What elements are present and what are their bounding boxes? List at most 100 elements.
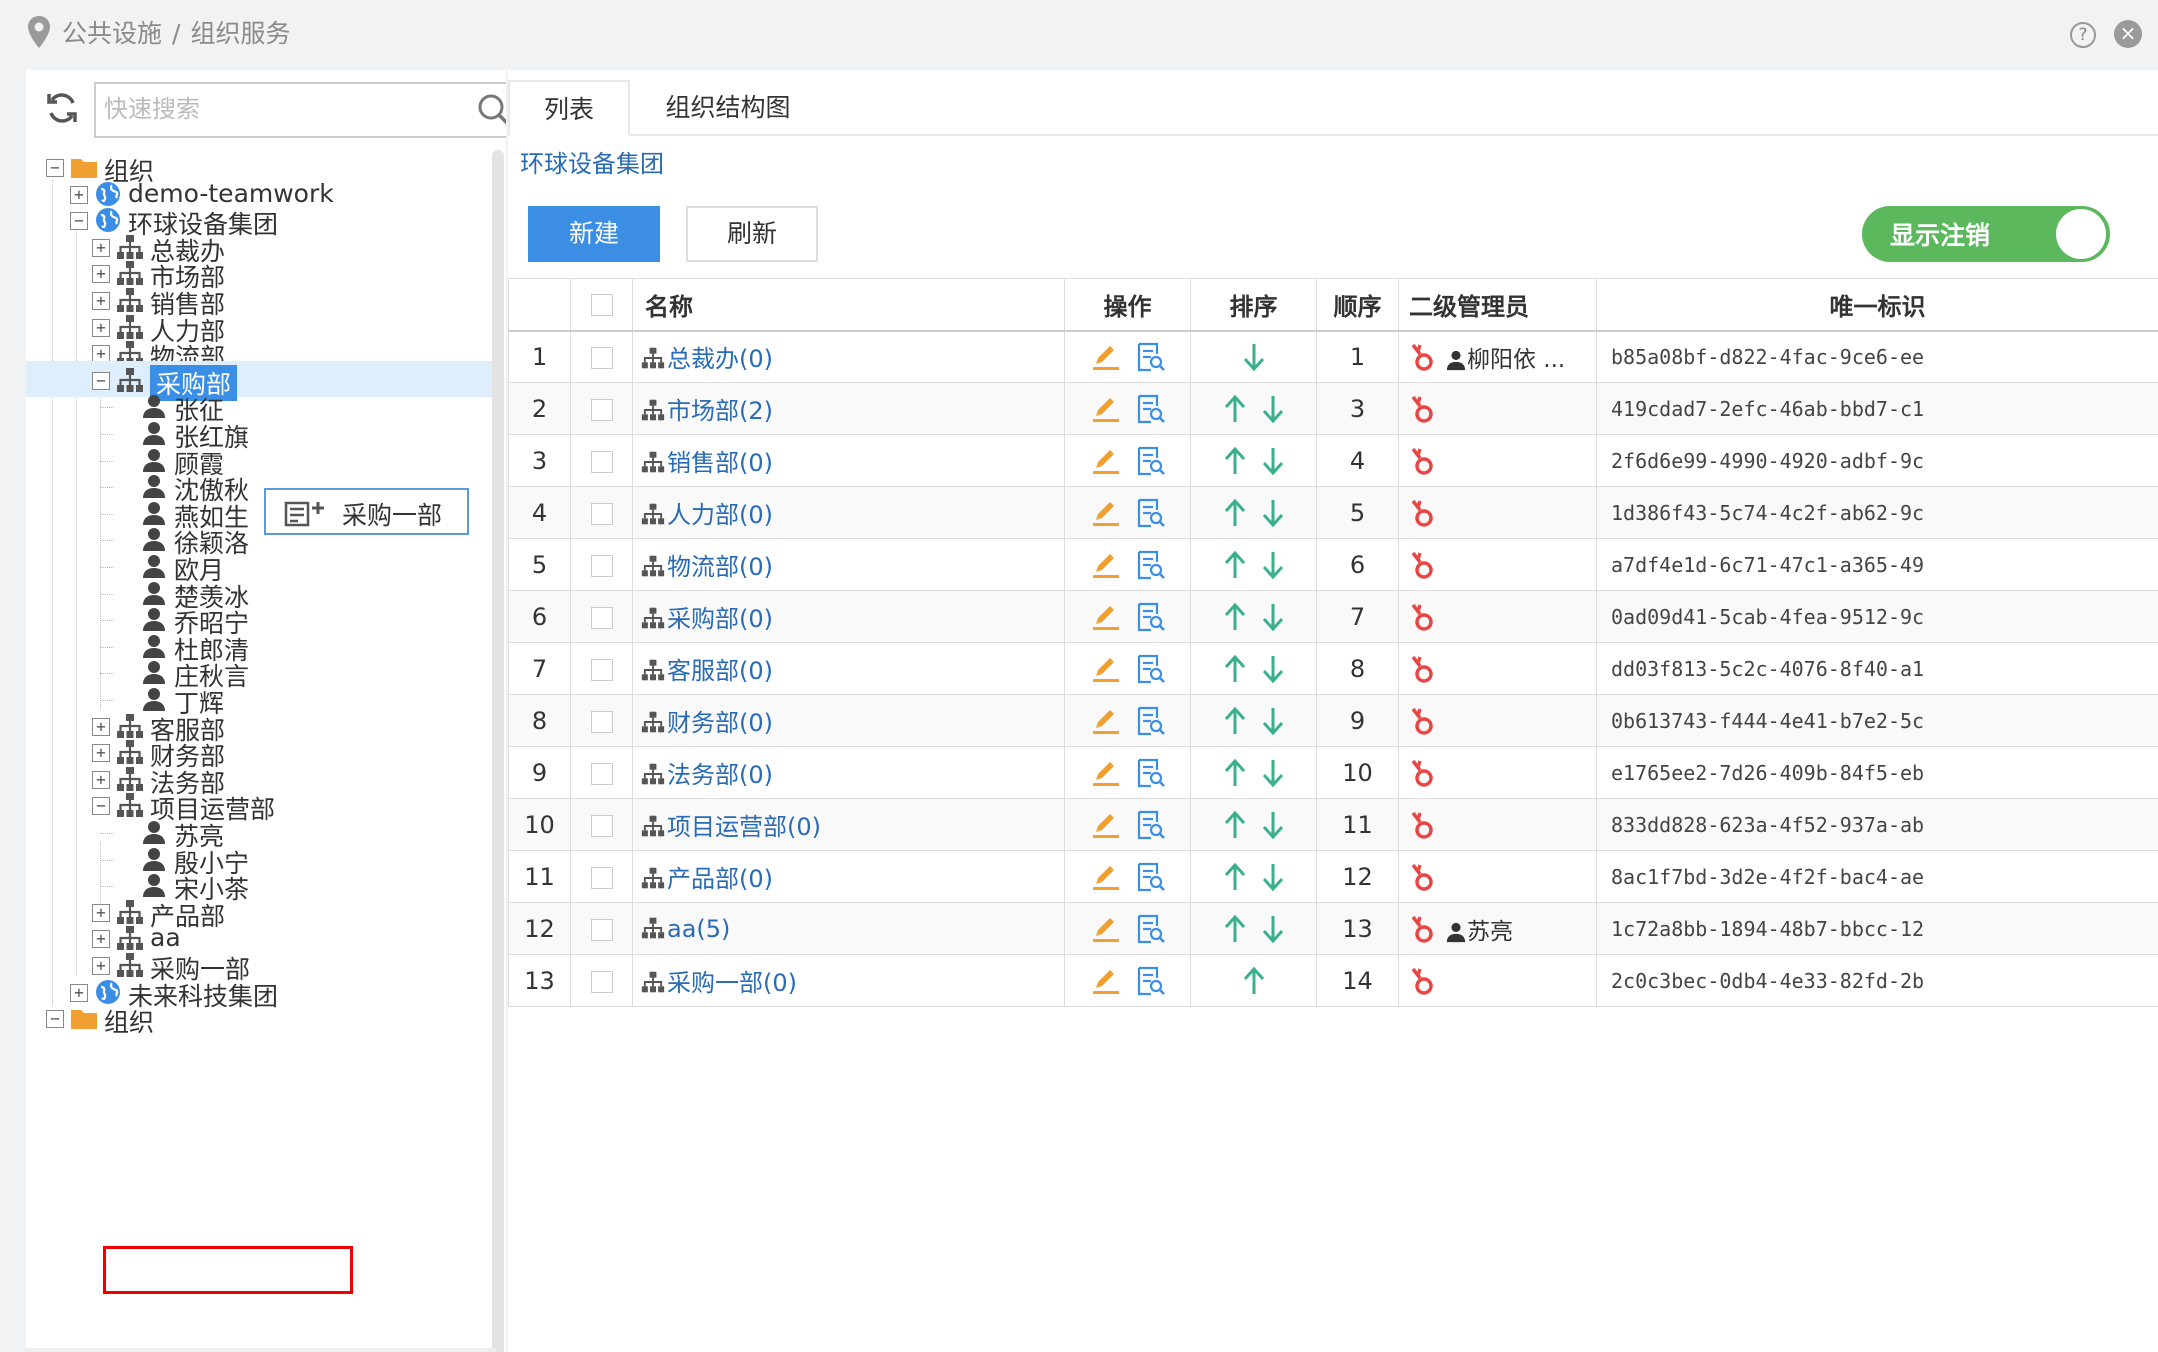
set-admin-icon[interactable] — [1409, 966, 1439, 996]
search-input[interactable] — [96, 84, 436, 134]
refresh-icon[interactable] — [44, 90, 80, 126]
move-down-icon[interactable] — [1261, 550, 1285, 580]
row-checkbox[interactable] — [590, 502, 613, 525]
edit-icon[interactable] — [1091, 758, 1121, 788]
table-row[interactable]: 2 市场部(2) 3 419cdad7-2efc-46ab-bbd7-c1 — [508, 382, 2158, 435]
row-checkbox[interactable] — [590, 658, 613, 681]
edit-icon[interactable] — [1091, 446, 1121, 476]
edit-icon[interactable] — [1091, 914, 1121, 944]
move-down-icon[interactable] — [1261, 446, 1285, 476]
table-row[interactable]: 3 销售部(0) 4 2f6d6e99-4990-4920-adbf-9c — [508, 434, 2158, 487]
expand-icon[interactable]: + — [92, 265, 110, 284]
move-down-icon[interactable] — [1261, 810, 1285, 840]
move-down-icon[interactable] — [1261, 862, 1285, 892]
row-checkbox[interactable] — [590, 346, 613, 369]
org-name-link[interactable]: 采购一部(0) — [667, 969, 797, 997]
edit-icon[interactable] — [1091, 498, 1121, 528]
breadcrumb-item-public[interactable]: 公共设施 — [62, 19, 162, 48]
edit-icon[interactable] — [1091, 862, 1121, 892]
expand-icon[interactable]: + — [92, 930, 110, 949]
row-checkbox[interactable] — [590, 970, 613, 993]
set-admin-icon[interactable] — [1409, 550, 1439, 580]
collapse-icon[interactable]: − — [92, 371, 110, 390]
expand-icon[interactable]: + — [70, 185, 88, 204]
table-row[interactable]: 9 法务部(0) 10 e1765ee2-7d26-409b-84f5-eb — [508, 746, 2158, 799]
move-down-icon[interactable] — [1261, 914, 1285, 944]
org-name-link[interactable]: 客服部(0) — [667, 657, 773, 685]
set-admin-icon[interactable] — [1409, 498, 1439, 528]
detail-icon[interactable] — [1135, 498, 1165, 528]
expand-icon[interactable]: + — [92, 770, 110, 789]
move-down-icon[interactable] — [1261, 654, 1285, 684]
edit-icon[interactable] — [1091, 342, 1121, 372]
expand-icon[interactable]: + — [92, 957, 110, 975]
set-admin-icon[interactable] — [1409, 706, 1439, 736]
org-name-link[interactable]: 物流部(0) — [667, 553, 773, 581]
set-admin-icon[interactable] — [1409, 758, 1439, 788]
tree-node-root[interactable]: − 组织 — [26, 1001, 492, 1037]
expand-icon[interactable]: + — [92, 318, 110, 337]
detail-icon[interactable] — [1135, 810, 1165, 840]
org-name-link[interactable]: 销售部(0) — [667, 449, 773, 477]
table-row[interactable]: 1 总裁办(0) 1 柳阳依 ... b85a08bf-d822-4fac-9ce6-e… — [508, 330, 2158, 383]
edit-icon[interactable] — [1091, 394, 1121, 424]
context-menu[interactable]: 采购一部 — [264, 488, 469, 535]
set-admin-icon[interactable] — [1409, 810, 1439, 840]
table-row[interactable]: 10 项目运营部(0) 11 833dd828-623a-4f52-937a-ab — [508, 798, 2158, 851]
org-name-link[interactable]: 采购部(0) — [667, 605, 773, 633]
expand-icon[interactable]: + — [92, 238, 110, 257]
org-name-link[interactable]: 总裁办(0) — [667, 345, 773, 373]
org-name-link[interactable]: 项目运营部(0) — [667, 813, 821, 841]
order-header[interactable]: 顺序 — [1316, 278, 1399, 332]
row-checkbox[interactable] — [590, 814, 613, 837]
expand-icon[interactable]: + — [92, 292, 110, 310]
detail-icon[interactable] — [1135, 914, 1165, 944]
table-row[interactable]: 13 采购一部(0) 14 2c0c3bec-0db4-4e33-82fd-2b — [508, 954, 2158, 1007]
expand-icon[interactable]: + — [92, 717, 110, 736]
table-row[interactable]: 7 客服部(0) 8 dd03f813-5c2c-4076-8f40-a1 — [508, 642, 2158, 695]
move-up-icon[interactable] — [1223, 550, 1247, 580]
move-up-icon[interactable] — [1223, 758, 1247, 788]
move-up-icon[interactable] — [1223, 810, 1247, 840]
org-name-link[interactable]: 市场部(2) — [667, 397, 773, 425]
row-checkbox[interactable] — [590, 606, 613, 629]
select-all-checkbox[interactable] — [590, 294, 613, 317]
detail-icon[interactable] — [1135, 966, 1165, 996]
detail-icon[interactable] — [1135, 550, 1165, 580]
refresh-button[interactable]: 刷新 — [686, 206, 818, 262]
expand-icon[interactable]: + — [70, 983, 88, 1002]
detail-icon[interactable] — [1135, 602, 1165, 632]
help-icon[interactable]: ? — [2070, 22, 2096, 48]
set-admin-icon[interactable] — [1409, 602, 1439, 632]
edit-icon[interactable] — [1091, 602, 1121, 632]
move-down-icon[interactable] — [1261, 706, 1285, 736]
name-header[interactable]: 名称 — [632, 278, 1065, 332]
set-admin-icon[interactable] — [1409, 446, 1439, 476]
row-checkbox[interactable] — [590, 554, 613, 577]
move-down-icon[interactable] — [1261, 602, 1285, 632]
edit-icon[interactable] — [1091, 550, 1121, 580]
move-down-icon[interactable] — [1261, 758, 1285, 788]
collapse-icon[interactable]: − — [46, 159, 64, 177]
set-admin-icon[interactable] — [1409, 342, 1439, 372]
move-up-icon[interactable] — [1223, 446, 1247, 476]
row-checkbox[interactable] — [590, 918, 613, 941]
set-admin-icon[interactable] — [1409, 654, 1439, 684]
detail-icon[interactable] — [1135, 394, 1165, 424]
row-checkbox[interactable] — [590, 762, 613, 785]
tab-list[interactable]: 列表 — [508, 80, 630, 136]
collapse-icon[interactable]: − — [70, 212, 88, 231]
tree-scrollbar[interactable] — [492, 150, 504, 1352]
edit-icon[interactable] — [1091, 810, 1121, 840]
tree-horizontal-scrollbar[interactable] — [26, 1348, 496, 1352]
expand-icon[interactable]: + — [92, 744, 110, 763]
move-down-icon[interactable] — [1261, 394, 1285, 424]
tab-org-chart[interactable]: 组织结构图 — [638, 80, 818, 136]
edit-icon[interactable] — [1091, 966, 1121, 996]
table-row[interactable]: 5 物流部(0) 6 a7df4e1d-6c71-47c1-a365-49 — [508, 538, 2158, 591]
edit-icon[interactable] — [1091, 706, 1121, 736]
row-checkbox[interactable] — [590, 398, 613, 421]
set-admin-icon[interactable] — [1409, 914, 1439, 944]
move-up-icon[interactable] — [1223, 498, 1247, 528]
move-up-icon[interactable] — [1223, 654, 1247, 684]
